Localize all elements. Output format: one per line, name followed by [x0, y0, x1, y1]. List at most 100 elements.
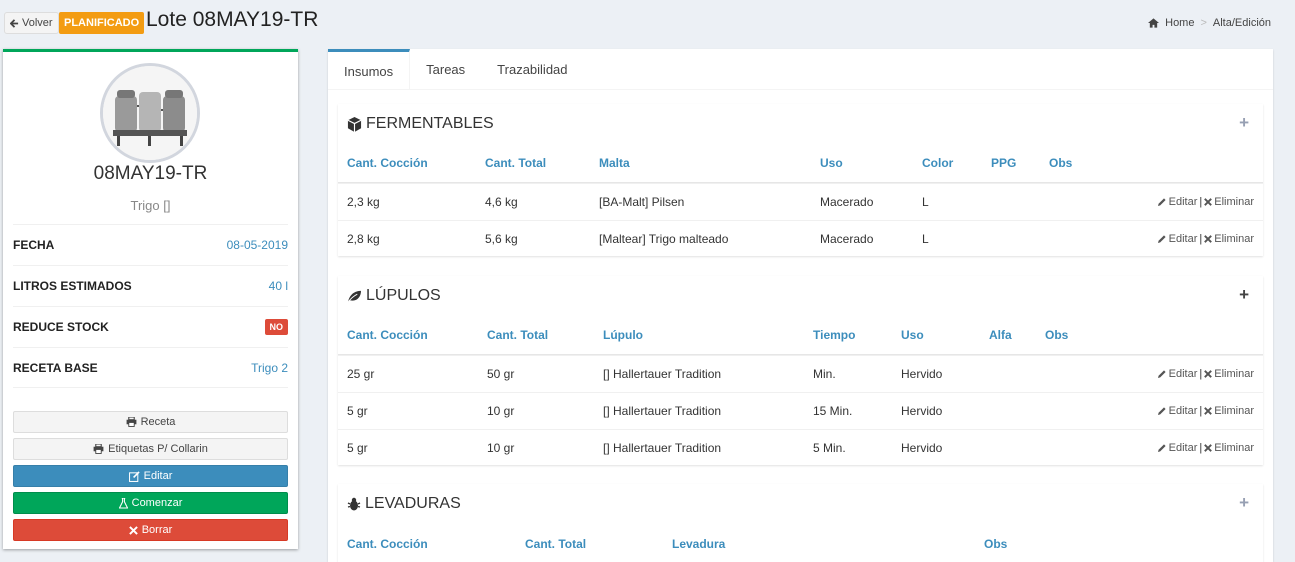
pencil-icon: [1157, 407, 1166, 415]
table-cell: 15 Min.: [813, 404, 853, 418]
table-row: 5 gr 10 gr [] Hallertauer Tradition 15 M…: [338, 392, 1263, 429]
column-header: Cant. Cocción: [347, 156, 428, 170]
delete-link[interactable]: Eliminar: [1214, 368, 1254, 380]
tab-tareas[interactable]: Tareas: [410, 49, 481, 90]
levaduras-title: LEVADURAS: [365, 495, 461, 512]
add-fermentable-icon[interactable]: +: [1239, 113, 1249, 133]
info-label: REDUCE STOCK: [13, 320, 109, 334]
table-cell: [] Hallertauer Tradition: [603, 404, 722, 418]
lupulos-header: LÚPULOS +: [338, 276, 1263, 316]
column-header: Obs: [984, 536, 1008, 551]
lupulos-section: LÚPULOS + Cant. Cocción Cant. Total Lúpu…: [338, 276, 1263, 465]
etiquetas-button[interactable]: Etiquetas P/ Collarin: [13, 438, 288, 460]
batch-info-list: FECHA 08-05-2019 LITROS ESTIMADOS 40 l R…: [13, 224, 288, 388]
fermentables-table-header: Cant. Cocción Cant. Total Malta Uso Colo…: [338, 144, 1263, 183]
info-label: LITROS ESTIMADOS: [13, 279, 132, 293]
add-levadura-icon[interactable]: +: [1239, 493, 1249, 513]
editar-label: Editar: [143, 470, 173, 482]
comenzar-button[interactable]: Comenzar: [13, 492, 288, 514]
receta-button[interactable]: Receta: [13, 411, 288, 433]
page-title: Lote 08MAY19-TR: [146, 8, 319, 31]
bug-icon: [347, 497, 361, 511]
table-cell: 4,6 kg: [485, 195, 518, 209]
table-row: 25 gr 50 gr [] Hallertauer Tradition Min…: [338, 355, 1263, 392]
info-label: FECHA: [13, 238, 55, 252]
edit-link[interactable]: Editar: [1169, 233, 1198, 245]
table-cell: 50 gr: [487, 367, 515, 381]
table-cell: 2,3 kg: [347, 195, 380, 209]
leaf-icon: [347, 290, 361, 302]
edit-link[interactable]: Editar: [1169, 368, 1198, 380]
separator: |: [1199, 442, 1203, 454]
edit-link[interactable]: Editar: [1169, 442, 1198, 454]
table-cell: Macerado: [820, 232, 874, 246]
batch-subtitle: Trigo []: [130, 198, 171, 213]
home-icon: [1148, 18, 1160, 28]
row-actions: Editar | Eliminar: [1157, 430, 1254, 466]
breadcrumb: Home > Alta/Edición: [1148, 17, 1271, 29]
row-actions: Editar | Eliminar: [1157, 393, 1254, 429]
breadcrumb-separator: >: [1200, 17, 1207, 29]
separator: |: [1199, 233, 1203, 245]
times-icon: [1204, 198, 1213, 206]
table-cell: 5,6 kg: [485, 232, 518, 246]
table-cell: 2,8 kg: [347, 232, 380, 246]
table-cell: [Maltear] Trigo malteado: [599, 232, 729, 246]
column-header: Obs: [1045, 328, 1069, 342]
times-icon: [1204, 370, 1213, 378]
table-cell: [] Hallertauer Tradition: [603, 367, 722, 381]
back-button[interactable]: Volver: [4, 12, 59, 34]
borrar-button[interactable]: Borrar: [13, 519, 288, 541]
edit-link[interactable]: Editar: [1169, 405, 1198, 417]
levaduras-header: LEVADURAS +: [338, 484, 1263, 524]
delete-link[interactable]: Eliminar: [1214, 405, 1254, 417]
table-row: 2,3 kg 4,6 kg [BA-Malt] Pilsen Macerado …: [338, 183, 1263, 220]
table-row: 2,8 kg 5,6 kg [Maltear] Trigo malteado M…: [338, 220, 1263, 257]
row-actions: Editar | Eliminar: [1157, 356, 1254, 392]
pencil-icon: [1157, 444, 1166, 452]
fermentables-title: FERMENTABLES: [366, 115, 494, 132]
column-header: Obs: [1049, 156, 1073, 170]
table-cell: 5 gr: [347, 404, 368, 418]
receta-label: Receta: [140, 416, 176, 428]
column-header: Uso: [901, 328, 924, 342]
edit-link[interactable]: Editar: [1169, 196, 1198, 208]
add-lupulo-icon[interactable]: +: [1239, 285, 1249, 305]
table-cell: Macerado: [820, 195, 874, 209]
pencil-icon: [1157, 235, 1166, 243]
table-cell: 10 gr: [487, 441, 515, 455]
breadcrumb-home[interactable]: Home: [1165, 17, 1194, 29]
times-icon: [1204, 444, 1213, 452]
tab-trazabilidad[interactable]: Trazabilidad: [481, 49, 583, 90]
delete-link[interactable]: Eliminar: [1214, 196, 1254, 208]
table-cell: Hervido: [901, 441, 943, 455]
fermentables-header: FERMENTABLES +: [338, 104, 1263, 144]
tab-bar: Insumos Tareas Trazabilidad: [328, 49, 1273, 90]
column-header: Alfa: [989, 328, 1012, 342]
tab-insumos[interactable]: Insumos: [328, 49, 411, 90]
row-actions: Editar | Eliminar: [1157, 221, 1254, 257]
comenzar-label: Comenzar: [131, 497, 183, 509]
delete-link[interactable]: Eliminar: [1214, 233, 1254, 245]
borrar-label: Borrar: [141, 524, 173, 536]
table-cell: Hervido: [901, 404, 943, 418]
tabs-panel: Insumos Tareas Trazabilidad FERMENTABLES…: [328, 49, 1273, 562]
editar-button[interactable]: Editar: [13, 465, 288, 487]
arrow-left-icon: [10, 18, 19, 28]
cube-icon: [347, 116, 362, 132]
table-cell: L: [922, 195, 929, 209]
table-cell: 25 gr: [347, 367, 375, 381]
etiquetas-label: Etiquetas P/ Collarin: [108, 443, 208, 455]
column-header: Tiempo: [813, 328, 856, 342]
column-header: Levadura: [672, 536, 726, 551]
info-row-litros: LITROS ESTIMADOS 40 l: [13, 265, 288, 306]
print-icon: [126, 417, 136, 427]
table-cell: L: [922, 232, 929, 246]
times-icon: [128, 525, 138, 535]
profile-card: 08MAY19-TR Trigo [] FECHA 08-05-2019 LIT…: [3, 49, 298, 549]
table-cell: 5 gr: [347, 441, 368, 455]
receta-base-link[interactable]: Trigo 2: [251, 361, 288, 375]
brewery-equipment-icon: [103, 66, 197, 160]
delete-link[interactable]: Eliminar: [1214, 442, 1254, 454]
info-value: 08-05-2019: [226, 238, 288, 252]
